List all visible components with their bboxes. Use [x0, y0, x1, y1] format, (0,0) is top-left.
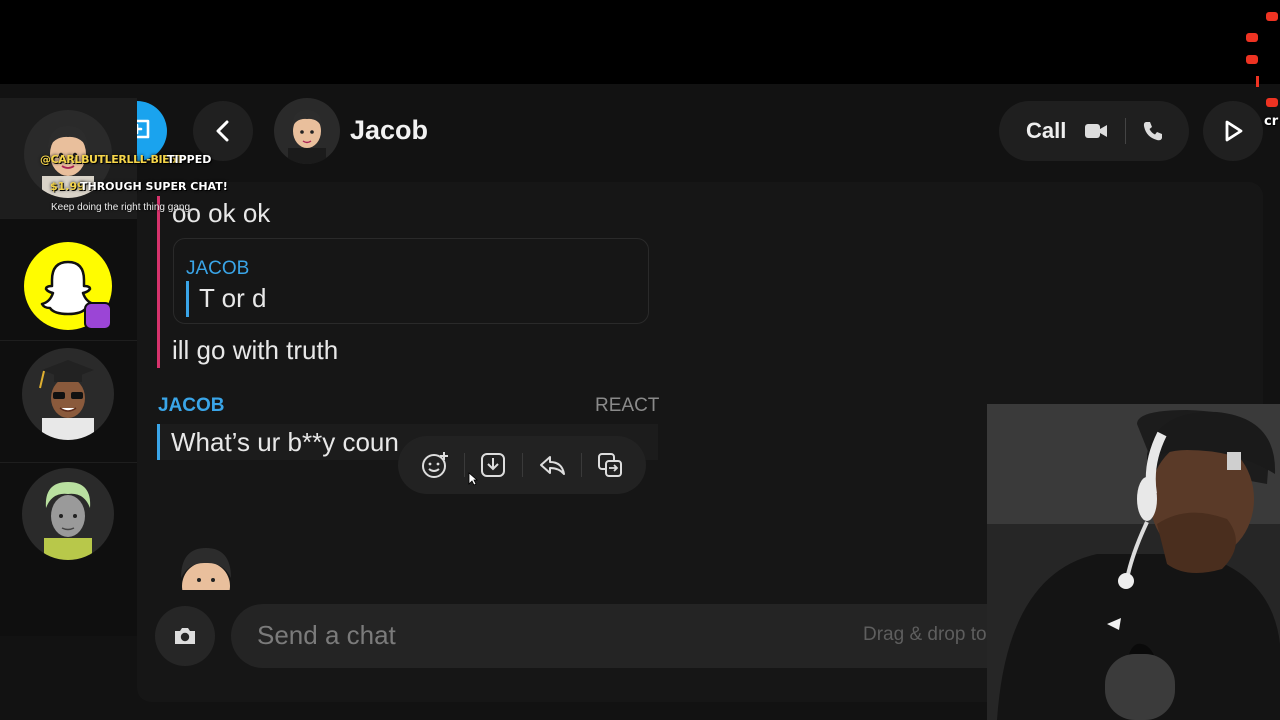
- reply-icon[interactable]: [537, 450, 567, 480]
- quote-text: T or d: [199, 283, 267, 313]
- chevron-left-icon: [216, 120, 229, 142]
- conversation-item-4[interactable]: [0, 464, 137, 584]
- react-label[interactable]: REACT: [595, 395, 659, 417]
- message-text: What’s ur b**y coun: [171, 427, 399, 457]
- message-text: ill go with truth: [172, 335, 339, 365]
- quoted-message[interactable]: JACOB T or d: [173, 238, 649, 324]
- quote-bar: [186, 281, 189, 317]
- their-message-bar: [157, 424, 160, 460]
- conversation-item-team-snapchat[interactable]: [0, 220, 137, 341]
- camera-button[interactable]: [155, 606, 215, 666]
- webcam-overlay: [987, 404, 1280, 720]
- superchat-through: THROUGH SUPER CHAT!: [80, 180, 228, 193]
- conversation-avatar: [22, 468, 114, 560]
- action-divider: [522, 453, 523, 477]
- quote-sender: JACOB: [186, 258, 250, 279]
- my-message-bar: [157, 196, 160, 368]
- youtube-icon: [1266, 98, 1278, 107]
- side-fragment: cr: [1264, 114, 1279, 129]
- copy-icon[interactable]: [595, 450, 625, 480]
- conversation-avatar: [22, 348, 114, 440]
- typing-bitmoji: [171, 542, 241, 590]
- youtube-icon: [1246, 33, 1258, 42]
- youtube-icon: [1266, 12, 1278, 21]
- chat-input-placeholder: Send a chat: [257, 620, 396, 650]
- call-divider: [1125, 118, 1126, 144]
- snapchat-badge: [84, 302, 112, 330]
- call-controls: Call: [999, 101, 1189, 161]
- back-button[interactable]: [193, 101, 253, 161]
- superchat-message: Keep doing the right thing gang: [51, 202, 190, 213]
- social-links-overlay: [1244, 8, 1280, 118]
- youtube-icon: [1246, 55, 1258, 64]
- call-label[interactable]: Call: [1026, 118, 1066, 144]
- contact-name[interactable]: Jacob: [350, 115, 428, 146]
- conversation-item-3[interactable]: [0, 342, 137, 463]
- superchat-tipped: TIPPED: [167, 153, 212, 166]
- play-icon: [1225, 120, 1243, 142]
- save-icon[interactable]: [478, 450, 508, 480]
- conversation-list: [0, 98, 137, 636]
- contact-avatar[interactable]: [274, 98, 340, 164]
- action-divider: [581, 453, 582, 477]
- emoji-add-icon[interactable]: [420, 450, 450, 480]
- message-action-bar: [398, 436, 646, 494]
- action-divider: [464, 453, 465, 477]
- tiktok-icon: [1248, 76, 1259, 87]
- camera-icon: [175, 628, 195, 644]
- mouse-cursor: [468, 472, 478, 486]
- video-icon[interactable]: [1084, 121, 1108, 141]
- message-sender: JACOB: [158, 395, 225, 416]
- superchat-username: @CARLBUTLERLLL-BIE5P: [40, 153, 185, 166]
- phone-icon[interactable]: [1142, 120, 1164, 142]
- drag-drop-hint: Drag & drop to: [863, 624, 987, 645]
